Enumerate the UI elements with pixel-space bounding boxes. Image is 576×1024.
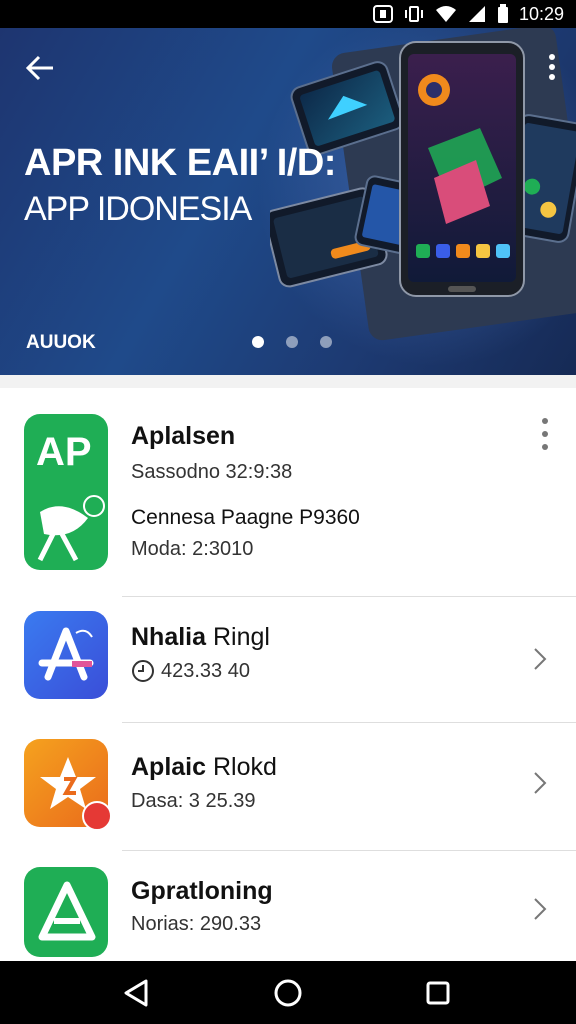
- app-icon-aplalsen: AP: [24, 414, 108, 570]
- app-meta-value: 423.33 40: [161, 659, 250, 682]
- app-name-primary: Aplaic: [131, 753, 207, 781]
- signal-icon: [468, 6, 485, 22]
- nav-home-button[interactable]: [268, 973, 308, 1013]
- back-button[interactable]: [22, 50, 58, 86]
- triangle-back-icon: [124, 979, 148, 1007]
- carousel-dot-3[interactable]: [320, 336, 332, 348]
- hero-subtitle: APP IDONESIA: [24, 190, 252, 228]
- nav-back-button[interactable]: [116, 973, 156, 1013]
- carousel-dot-2[interactable]: [286, 336, 298, 348]
- app-name: Aplalsen: [131, 422, 235, 451]
- app-icon-aplaic: [24, 739, 112, 831]
- carousel-indicator[interactable]: [252, 336, 332, 348]
- app-name: Nhalia Ringl: [131, 623, 270, 652]
- app-name-secondary: Ringl: [206, 623, 270, 651]
- app-name-secondary: Rlokd: [206, 753, 277, 781]
- chevron-right-icon[interactable]: [532, 897, 548, 921]
- hero-title: APR INK EAII’ I/D:: [24, 142, 336, 184]
- app-name-primary: Gpratloning: [131, 877, 273, 905]
- clock-icon: [132, 660, 154, 682]
- app-name-primary: Nhalia: [131, 623, 207, 651]
- app-meta: 423.33 40: [131, 659, 250, 683]
- list-item[interactable]: Gpratloning Norias: 290.33: [0, 851, 576, 963]
- arrow-left-icon: [25, 55, 53, 81]
- nav-recents-button[interactable]: [418, 973, 458, 1013]
- chevron-right-icon[interactable]: [532, 771, 548, 795]
- notification-badge: [82, 801, 112, 831]
- app-store-a-icon: [38, 627, 94, 681]
- app-icon-label: AP: [36, 430, 92, 474]
- app-meta: Sassodno 32:9:38: [131, 461, 293, 483]
- app-icon-nhalia: [24, 611, 108, 699]
- app-icon-gpratloning: [24, 867, 108, 957]
- more-vert-icon[interactable]: [538, 418, 552, 450]
- app-meta: Norias: 290.33: [131, 913, 262, 935]
- status-bar: 10:29: [0, 0, 576, 28]
- more-vert-icon: [549, 54, 555, 80]
- app-size: Moda: 2:3010: [131, 538, 254, 560]
- list-item[interactable]: Nhalia Ringl 423.33 40: [0, 597, 576, 723]
- triangle-a-icon: [38, 881, 96, 941]
- vibrate-icon: [404, 6, 423, 22]
- satellite-dish-icon: [37, 495, 105, 562]
- overflow-menu-button[interactable]: [542, 52, 562, 82]
- square-recents-icon: [426, 981, 450, 1005]
- list-item[interactable]: AP Aplalsen Sassodno 32:9:38 Cennesa Paa…: [0, 388, 576, 597]
- battery-icon: [497, 4, 508, 23]
- list-item[interactable]: Aplaic Rlokd Dasa: 3 25.39: [0, 723, 576, 851]
- status-time: 10:29: [518, 3, 564, 24]
- wifi-icon: [435, 6, 456, 22]
- app-meta: Dasa: 3 25.39: [131, 790, 256, 812]
- hero-banner[interactable]: APR INK EAII’ I/D: APP IDONESIA AUUOK: [0, 28, 576, 375]
- app-list: AP Aplalsen Sassodno 32:9:38 Cennesa Paa…: [0, 388, 576, 963]
- app-description: Cennesa Paagne P9360: [131, 506, 360, 529]
- nfc-icon: [372, 5, 393, 23]
- hero-tag: AUUOK: [26, 332, 96, 353]
- navigation-bar: [0, 961, 576, 1024]
- app-name: Gpratloning: [131, 877, 273, 906]
- circle-home-icon: [274, 979, 302, 1007]
- app-name-primary: Aplalsen: [131, 422, 236, 450]
- hero-phones-illustration: [270, 28, 576, 341]
- app-name: Aplaic Rlokd: [131, 753, 277, 782]
- carousel-dot-1[interactable]: [252, 336, 264, 348]
- chevron-right-icon[interactable]: [532, 647, 548, 671]
